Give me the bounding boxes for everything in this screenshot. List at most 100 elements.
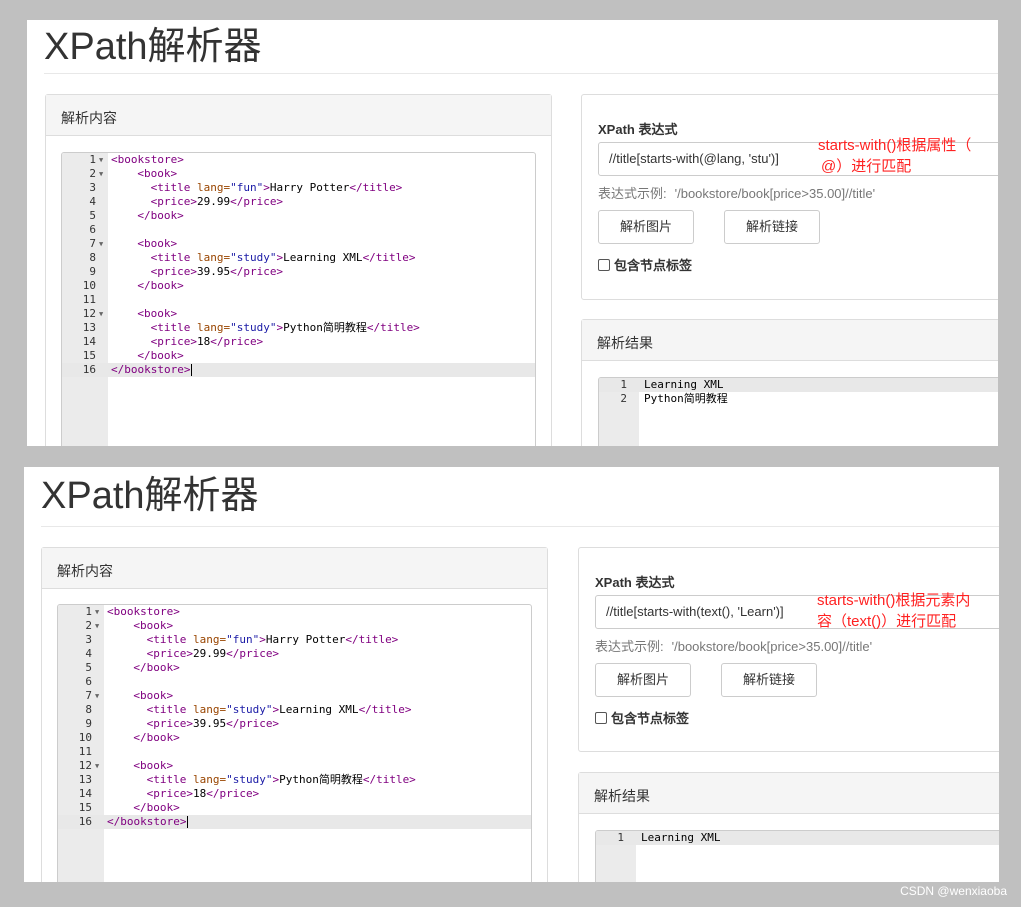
include-tags-row[interactable]: 包含节点标签 xyxy=(595,708,689,727)
code-text: <title lang="fun">Harry Potter</title> xyxy=(107,633,399,647)
code-token: <price> xyxy=(146,647,193,660)
code-line: 12 ▼ <book> xyxy=(62,307,535,321)
code-text: <book> xyxy=(111,237,177,251)
code-token: <title xyxy=(150,181,191,194)
line-number: 1 xyxy=(617,831,624,844)
code-token: </price> xyxy=(210,335,264,348)
annotation-line-1: starts-with()根据属性（ xyxy=(818,137,972,154)
annotation-line-2: @）进行匹配 xyxy=(821,158,912,175)
page-title: XPath解析器 xyxy=(44,26,262,68)
include-tags-checkbox[interactable] xyxy=(598,258,610,271)
result-editor[interactable]: 1 Learning XML xyxy=(595,830,999,882)
code-token: <book> xyxy=(137,237,178,250)
fold-triangle-icon[interactable]: ▼ xyxy=(99,153,103,167)
title-divider xyxy=(41,526,999,527)
line-number: 4 xyxy=(85,647,92,660)
code-token: <title xyxy=(150,321,191,334)
fold-triangle-icon[interactable]: ▼ xyxy=(99,237,103,251)
result-editor[interactable]: 1 Learning XML 2 Python简明教程 xyxy=(598,377,998,446)
xml-editor[interactable]: 1 ▼ <bookstore> 2 ▼ <book> 3 <title lang="fun">… xyxy=(61,152,536,446)
line-number: 12 xyxy=(78,759,92,772)
fold-triangle-icon[interactable]: ▼ xyxy=(95,759,99,773)
line-number: 1 xyxy=(89,153,96,166)
fold-triangle-icon[interactable]: ▼ xyxy=(95,619,99,633)
result-panel: 解析结果 1 Learning XML xyxy=(578,772,999,882)
code-token: </title> xyxy=(345,633,399,646)
code-token: </price> xyxy=(230,265,284,278)
code-text: <price>18</price> xyxy=(111,335,264,349)
xml-editor[interactable]: 1 ▼ <bookstore> 2 ▼ <book> 3 <title lang="fun">… xyxy=(57,604,532,882)
code-line: 16 </bookstore> xyxy=(62,363,535,377)
code-token: <title xyxy=(146,773,187,786)
code-line: 7 ▼ <book> xyxy=(62,237,535,251)
code-line: 8 <title lang="study">Learning XML</title… xyxy=(62,251,535,265)
code-token: </bookstore> xyxy=(111,363,191,376)
line-number: 13 xyxy=(82,321,96,334)
code-lines: 1 ▼ <bookstore> 2 ▼ <book> 3 <title lang="fun">… xyxy=(62,153,535,377)
line-number: 16 xyxy=(82,363,96,376)
code-text: <bookstore> xyxy=(107,605,180,619)
parse-image-button[interactable]: 解析图片 xyxy=(598,210,694,244)
result-text: Learning XML xyxy=(644,378,724,391)
line-number: 1 xyxy=(85,605,92,618)
line-number: 9 xyxy=(89,265,96,278)
code-token: Harry Potter xyxy=(269,181,350,194)
code-line: 5 </book> xyxy=(58,661,531,675)
code-line: 15 </book> xyxy=(58,801,531,815)
fold-triangle-icon[interactable]: ▼ xyxy=(99,307,103,321)
code-line: 8 <title lang="study">Learning XML</title… xyxy=(58,703,531,717)
code-token: </price> xyxy=(206,787,260,800)
code-line: 15 </book> xyxy=(62,349,535,363)
result-panel: 解析结果 1 Learning XML 2 Python简明教程 xyxy=(581,319,998,446)
annotation-line-1: starts-with()根据元素内 xyxy=(817,592,971,609)
watermark: CSDN @wenxiaoba xyxy=(900,884,1007,898)
code-text: </book> xyxy=(111,349,183,363)
code-token: <price> xyxy=(150,195,197,208)
code-token: </title> xyxy=(349,181,403,194)
result-text: Python简明教程 xyxy=(644,392,728,405)
code-token: </price> xyxy=(230,195,284,208)
code-text: <price>29.99</price> xyxy=(107,647,279,661)
code-line: 6 xyxy=(58,675,531,689)
line-number: 8 xyxy=(89,251,96,264)
code-token: </book> xyxy=(137,279,184,292)
code-token: </book> xyxy=(133,661,180,674)
line-number: 15 xyxy=(82,349,96,362)
result-panel-heading: 解析结果 xyxy=(582,320,998,361)
result-line: 1 Learning XML xyxy=(599,378,998,392)
code-token: <title xyxy=(150,251,191,264)
include-tags-checkbox[interactable] xyxy=(595,711,607,724)
line-number: 12 xyxy=(82,307,96,320)
code-text: <book> xyxy=(111,307,177,321)
parse-image-button[interactable]: 解析图片 xyxy=(595,663,691,697)
fold-triangle-icon[interactable]: ▼ xyxy=(99,167,103,181)
fold-triangle-icon[interactable]: ▼ xyxy=(95,689,99,703)
code-token: <bookstore> xyxy=(111,153,184,166)
line-number: 1 xyxy=(620,378,627,391)
code-token: "study" xyxy=(230,321,277,334)
code-lines: 1 ▼ <bookstore> 2 ▼ <book> 3 <title lang="fun">… xyxy=(58,605,531,829)
code-token: Learning XML xyxy=(283,251,363,264)
code-token: </book> xyxy=(137,209,184,222)
line-number: 11 xyxy=(78,745,92,758)
line-number: 3 xyxy=(85,633,92,646)
annotation-note: starts-with()根据属性（ @）进行匹配 xyxy=(818,135,971,177)
result-panel-heading: 解析结果 xyxy=(579,773,999,814)
xpath-panel: XPath 表达式 //title[starts-with(@lang, 'st… xyxy=(581,94,998,300)
include-tags-row[interactable]: 包含节点标签 xyxy=(598,255,692,274)
fold-triangle-icon[interactable]: ▼ xyxy=(95,605,99,619)
code-text: <price>39.95</price> xyxy=(111,265,283,279)
code-text: </bookstore> xyxy=(111,363,193,377)
annotation-line-2: 容（text()）进行匹配 xyxy=(817,613,957,630)
line-number: 10 xyxy=(82,279,96,292)
code-line: 3 <title lang="fun">Harry Potter</title> xyxy=(58,633,531,647)
line-number: 11 xyxy=(82,293,96,306)
parse-link-button[interactable]: 解析链接 xyxy=(724,210,820,244)
code-token: lang= xyxy=(196,321,231,334)
parse-link-button[interactable]: 解析链接 xyxy=(721,663,817,697)
code-line: 3 <title lang="fun">Harry Potter</title> xyxy=(62,181,535,195)
line-number: 16 xyxy=(78,815,92,828)
code-text: <price>39.95</price> xyxy=(107,717,279,731)
include-tags-label: 包含节点标签 xyxy=(611,711,690,726)
line-number: 2 xyxy=(620,392,627,405)
